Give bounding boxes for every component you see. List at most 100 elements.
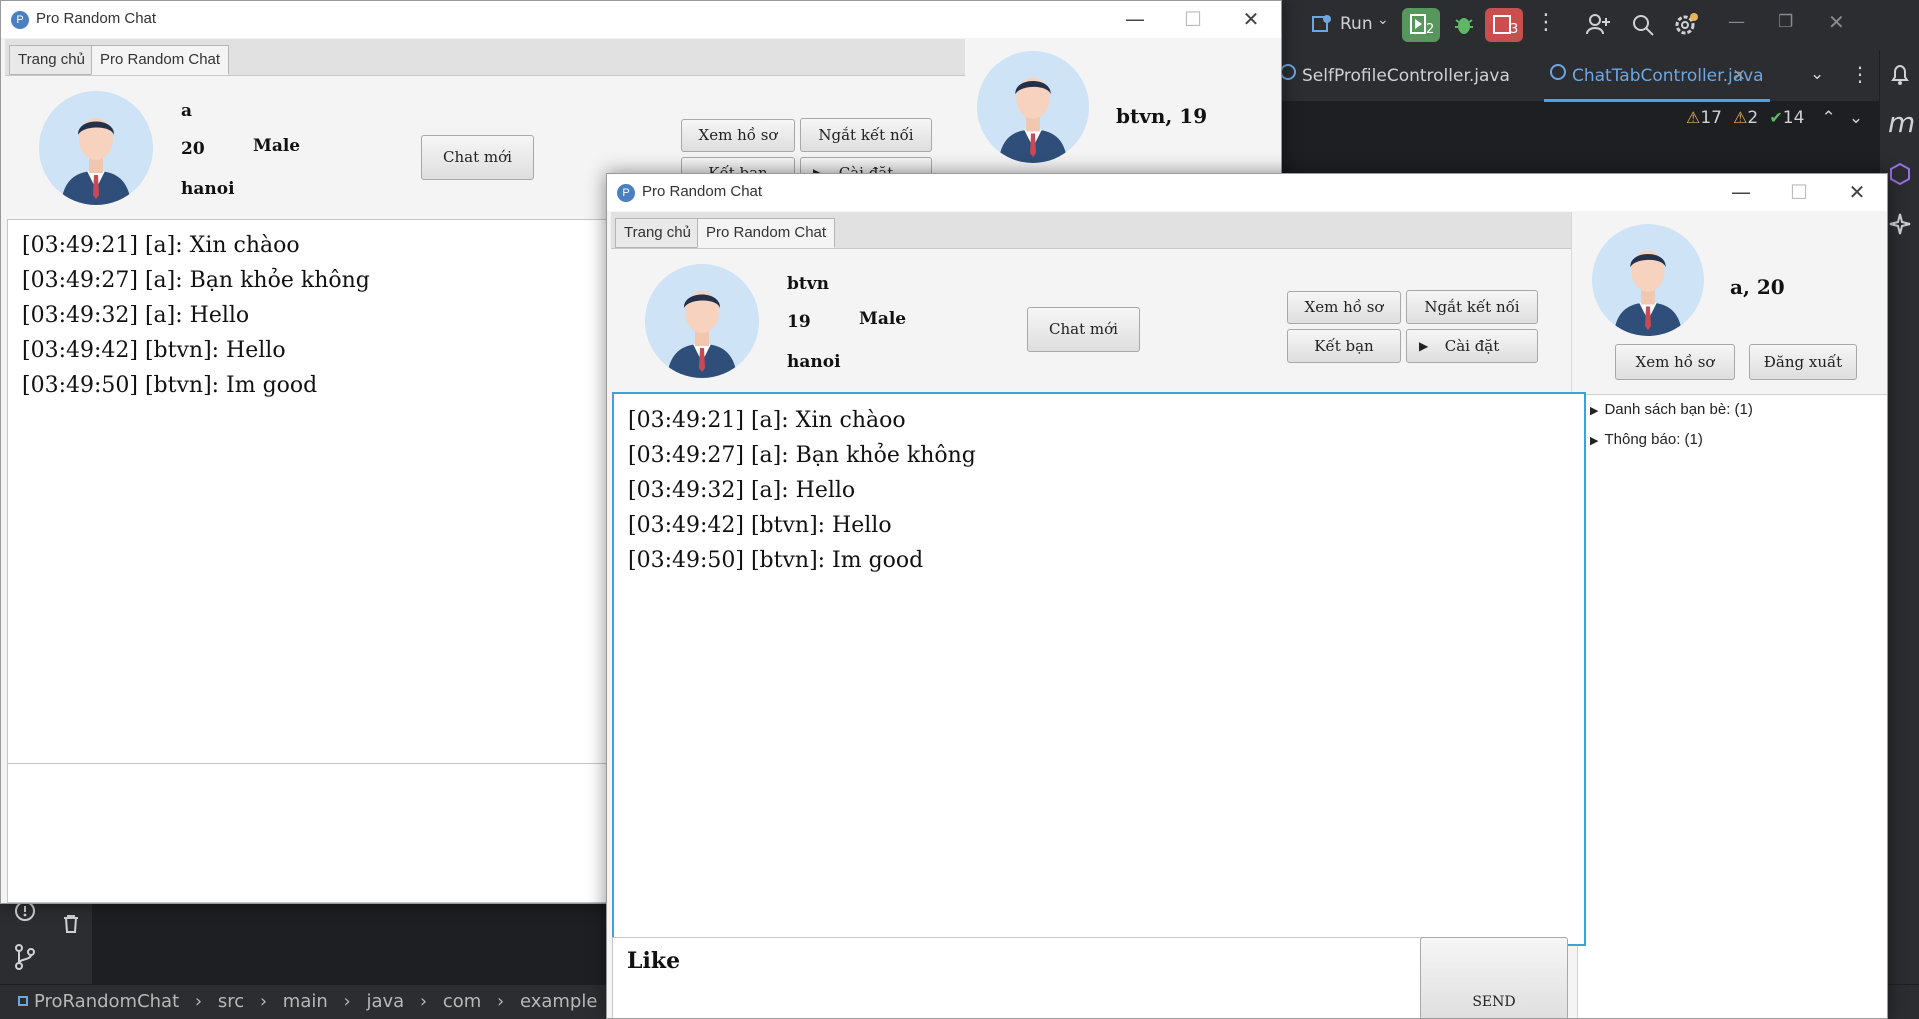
self-header: btvn, 19 bbox=[1116, 104, 1208, 128]
chat-message: [03:49:27] [a]: Bạn khỏe không bbox=[628, 443, 976, 468]
new-chat-button[interactable]: Chat mới bbox=[421, 135, 534, 180]
settings-gear-icon[interactable] bbox=[1672, 11, 1700, 43]
tab-strip: Trang chủ Pro Random Chat bbox=[5, 39, 965, 76]
warning-count: 17 bbox=[1700, 108, 1722, 128]
tab-home[interactable]: Trang chủ bbox=[9, 45, 94, 75]
check-icon: ✔ bbox=[1769, 108, 1783, 127]
breadcrumb-item[interactable]: main bbox=[283, 991, 328, 1012]
self-avatar bbox=[977, 51, 1089, 163]
chevron-right-icon: › bbox=[419, 991, 428, 1012]
tree-item-label: Thông báo: (1) bbox=[1604, 431, 1703, 448]
new-chat-button[interactable]: Chat mới bbox=[1027, 307, 1140, 352]
chat-message: [03:49:21] [a]: Xin chàoo bbox=[628, 408, 906, 433]
weak-warning-icon: ⚠ bbox=[1733, 108, 1748, 127]
tree-item-notifications[interactable]: ▶ Thông báo: (1) bbox=[1578, 425, 1887, 455]
maven-icon[interactable]: m bbox=[1888, 106, 1915, 139]
partner-age: 19 bbox=[787, 312, 811, 332]
chat-message: [03:49:42] [btvn]: Hello bbox=[628, 513, 892, 538]
ide-restore-icon[interactable]: ❐ bbox=[1778, 12, 1793, 32]
minimize-icon[interactable]: — bbox=[1107, 3, 1163, 35]
disconnect-button[interactable]: Ngắt kết nối bbox=[1406, 290, 1538, 324]
chevron-right-icon: › bbox=[343, 991, 351, 1012]
breadcrumb-item[interactable]: java bbox=[366, 991, 404, 1012]
trash-icon[interactable] bbox=[62, 914, 80, 938]
self-view-profile-button[interactable]: Xem hồ sơ bbox=[1615, 344, 1735, 380]
close-icon[interactable]: ✕ bbox=[1223, 3, 1279, 35]
run-label[interactable]: Run bbox=[1340, 14, 1373, 34]
close-tab-icon[interactable]: × bbox=[1732, 65, 1746, 85]
java-class-icon bbox=[1280, 64, 1296, 80]
more-vertical-icon[interactable]: ⋮ bbox=[1535, 10, 1557, 35]
breadcrumb-item[interactable]: com bbox=[443, 991, 481, 1012]
add-friend-button[interactable]: Kết bạn bbox=[1287, 329, 1401, 363]
weak-warning-count: 2 bbox=[1747, 108, 1759, 128]
window-title: Pro Random Chat bbox=[36, 10, 157, 27]
left-tool-strip bbox=[0, 900, 92, 984]
chat-message: [03:49:50] [btvn]: Im good bbox=[628, 548, 924, 573]
send-button[interactable]: SEND bbox=[1420, 937, 1568, 1018]
breadcrumb-item[interactable]: example bbox=[520, 991, 597, 1012]
chevron-up-icon[interactable]: ⌃ bbox=[1821, 108, 1835, 128]
partner-name: a bbox=[181, 101, 193, 121]
view-profile-button[interactable]: Xem hồ sơ bbox=[1287, 291, 1401, 324]
ai-sparkle-icon[interactable] bbox=[1888, 212, 1912, 240]
tab-strip: Trang chủ Pro Random Chat bbox=[611, 212, 1571, 249]
partner-avatar bbox=[645, 264, 759, 378]
tab-home[interactable]: Trang chủ bbox=[615, 218, 700, 248]
chevron-down-icon[interactable]: ⌄ bbox=[1849, 108, 1863, 128]
tab-random-chat[interactable]: Pro Random Chat bbox=[91, 45, 230, 75]
self-header: a, 20 bbox=[1730, 275, 1785, 299]
close-icon[interactable]: ✕ bbox=[1829, 176, 1885, 208]
tree-item-label: Danh sách bạn bè: (1) bbox=[1604, 401, 1753, 418]
settings-button[interactable]: ▶ Cài đặt bbox=[1406, 329, 1538, 363]
minimize-icon[interactable]: — bbox=[1713, 176, 1769, 208]
git-branch-icon[interactable] bbox=[14, 944, 36, 974]
settings-button-label: Cài đặt bbox=[1444, 337, 1500, 355]
partner-name: btvn bbox=[787, 274, 829, 294]
module-icon bbox=[18, 996, 28, 1006]
tree-item-friends[interactable]: ▶ Danh sách bạn bè: (1) bbox=[1578, 395, 1887, 425]
search-icon[interactable] bbox=[1630, 12, 1656, 42]
window-title: Pro Random Chat bbox=[642, 183, 763, 200]
plugin-hex-icon[interactable] bbox=[1888, 162, 1912, 190]
run-count-badge: 2 bbox=[1426, 22, 1435, 37]
editor-tab-selfprofile[interactable]: SelfProfileController.java bbox=[1280, 50, 1510, 102]
maximize-icon[interactable]: ☐ bbox=[1165, 3, 1221, 35]
tab-random-chat[interactable]: Pro Random Chat bbox=[697, 218, 836, 248]
logout-button[interactable]: Đăng xuất bbox=[1749, 344, 1857, 380]
message-input[interactable]: Like bbox=[612, 937, 1445, 1018]
run-button[interactable]: 2 bbox=[1402, 8, 1440, 42]
partner-avatar bbox=[39, 91, 153, 205]
expand-arrow-icon[interactable]: ▶ bbox=[1590, 435, 1598, 447]
self-avatar bbox=[1592, 224, 1704, 336]
run-config-icon[interactable] bbox=[1312, 14, 1332, 34]
maximize-icon[interactable]: ☐ bbox=[1771, 176, 1827, 208]
inspection-widget[interactable]: ⚠17 ⚠2 ✔14 ⌃ ⌄ bbox=[1686, 108, 1863, 128]
sidebar-tree[interactable]: ▶ Danh sách bạn bè: (1) ▶ Thông báo: (1) bbox=[1577, 394, 1887, 1018]
more-vertical-icon[interactable]: ⋮ bbox=[1850, 62, 1870, 86]
breadcrumb-item[interactable]: ProRandomChat bbox=[34, 991, 179, 1012]
warning-icon: ⚠ bbox=[1686, 108, 1701, 127]
editor-tab-label: SelfProfileController.java bbox=[1302, 66, 1510, 86]
editor-tab-chattab[interactable]: ChatTabController.java × bbox=[1544, 50, 1770, 102]
chevron-down-icon[interactable]: ⌄ bbox=[1377, 12, 1389, 28]
add-user-icon[interactable] bbox=[1585, 12, 1611, 42]
chat-messages[interactable]: [03:49:21] [a]: Xin chàoo [03:49:27] [a]… bbox=[612, 392, 1586, 946]
play-icon: ▶ bbox=[1419, 339, 1429, 353]
notifications-bell-icon[interactable] bbox=[1888, 62, 1912, 90]
java-class-icon bbox=[1550, 64, 1566, 80]
view-profile-button[interactable]: Xem hồ sơ bbox=[681, 119, 795, 152]
ide-close-icon[interactable]: ✕ bbox=[1828, 10, 1845, 34]
title-bar[interactable]: P Pro Random Chat — ☐ ✕ bbox=[1, 1, 1281, 38]
partner-gender: Male bbox=[859, 309, 907, 329]
breadcrumb-item[interactable]: src bbox=[218, 991, 244, 1012]
title-bar[interactable]: P Pro Random Chat — ☐ ✕ bbox=[607, 174, 1887, 211]
stop-button[interactable]: 3 bbox=[1485, 8, 1523, 42]
debug-icon[interactable] bbox=[1452, 12, 1476, 36]
app-icon: P bbox=[617, 184, 635, 202]
chevron-right-icon: › bbox=[497, 991, 505, 1012]
ide-minimize-icon[interactable]: — bbox=[1728, 12, 1745, 32]
expand-arrow-icon[interactable]: ▶ bbox=[1590, 405, 1598, 417]
tabs-dropdown-icon[interactable]: ⌄ bbox=[1810, 64, 1824, 84]
disconnect-button[interactable]: Ngắt kết nối bbox=[800, 118, 932, 152]
